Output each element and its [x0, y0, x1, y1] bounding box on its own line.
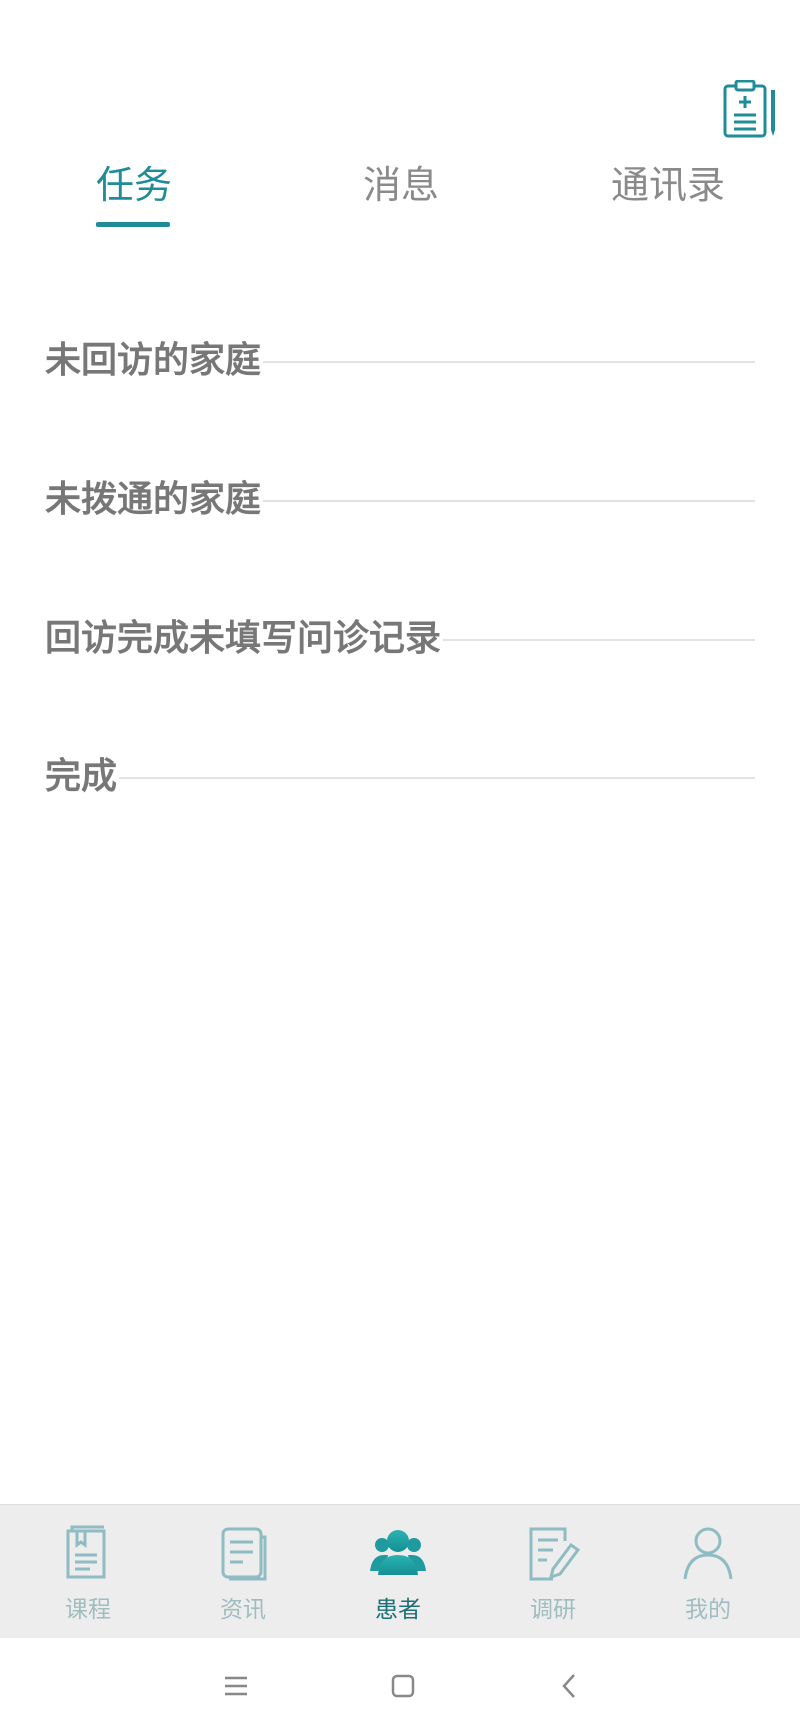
- section-title: 未拨通的家庭: [45, 475, 264, 525]
- section-not-revisited[interactable]: 未回访的家庭: [45, 336, 755, 386]
- nav-label: 资讯: [220, 1597, 266, 1623]
- tab-contacts[interactable]: 通讯录: [611, 160, 725, 210]
- nav-label: 患者: [375, 1597, 421, 1623]
- tab-tasks[interactable]: 任务: [96, 160, 172, 210]
- nav-item-survey[interactable]: 调研: [493, 1505, 613, 1639]
- bottom-tab-bar: 课程 资讯 患者 调研 我的: [0, 1504, 800, 1639]
- nav-item-course[interactable]: 课程: [28, 1505, 148, 1639]
- section-title: 完成: [45, 752, 120, 802]
- app-screen: 任务 消息 通讯录 未回访的家庭 未拨通的家庭 回访完成未填写问诊记录 完成 课…: [0, 0, 800, 1734]
- nav-label: 课程: [65, 1597, 111, 1623]
- section-title: 回访完成未填写问诊记录: [45, 614, 444, 664]
- news-document-icon: [221, 1527, 267, 1581]
- nav-label: 调研: [530, 1597, 576, 1623]
- course-book-icon: [66, 1525, 106, 1579]
- patients-group-icon: [370, 1530, 426, 1575]
- section-divider: [45, 777, 755, 779]
- clipboard-medical-icon[interactable]: [722, 79, 778, 140]
- menu-icon[interactable]: [212, 1662, 260, 1710]
- section-title: 未回访的家庭: [45, 336, 264, 386]
- section-record-missing[interactable]: 回访完成未填写问诊记录: [45, 614, 755, 664]
- nav-item-news[interactable]: 资讯: [183, 1505, 303, 1639]
- survey-edit-icon: [529, 1527, 581, 1581]
- section-completed[interactable]: 完成: [45, 752, 755, 802]
- system-nav-bar: [0, 1638, 800, 1734]
- home-icon[interactable]: [379, 1662, 427, 1710]
- back-icon[interactable]: [546, 1662, 594, 1710]
- active-tab-indicator: [96, 222, 170, 227]
- nav-label: 我的: [685, 1597, 731, 1623]
- profile-person-icon: [683, 1527, 733, 1580]
- tab-messages[interactable]: 消息: [363, 160, 439, 210]
- nav-item-patients[interactable]: 患者: [338, 1505, 458, 1639]
- top-tabs: 任务 消息 通讯录: [0, 160, 800, 232]
- nav-item-profile[interactable]: 我的: [648, 1505, 768, 1639]
- section-not-connected[interactable]: 未拨通的家庭: [45, 475, 755, 525]
